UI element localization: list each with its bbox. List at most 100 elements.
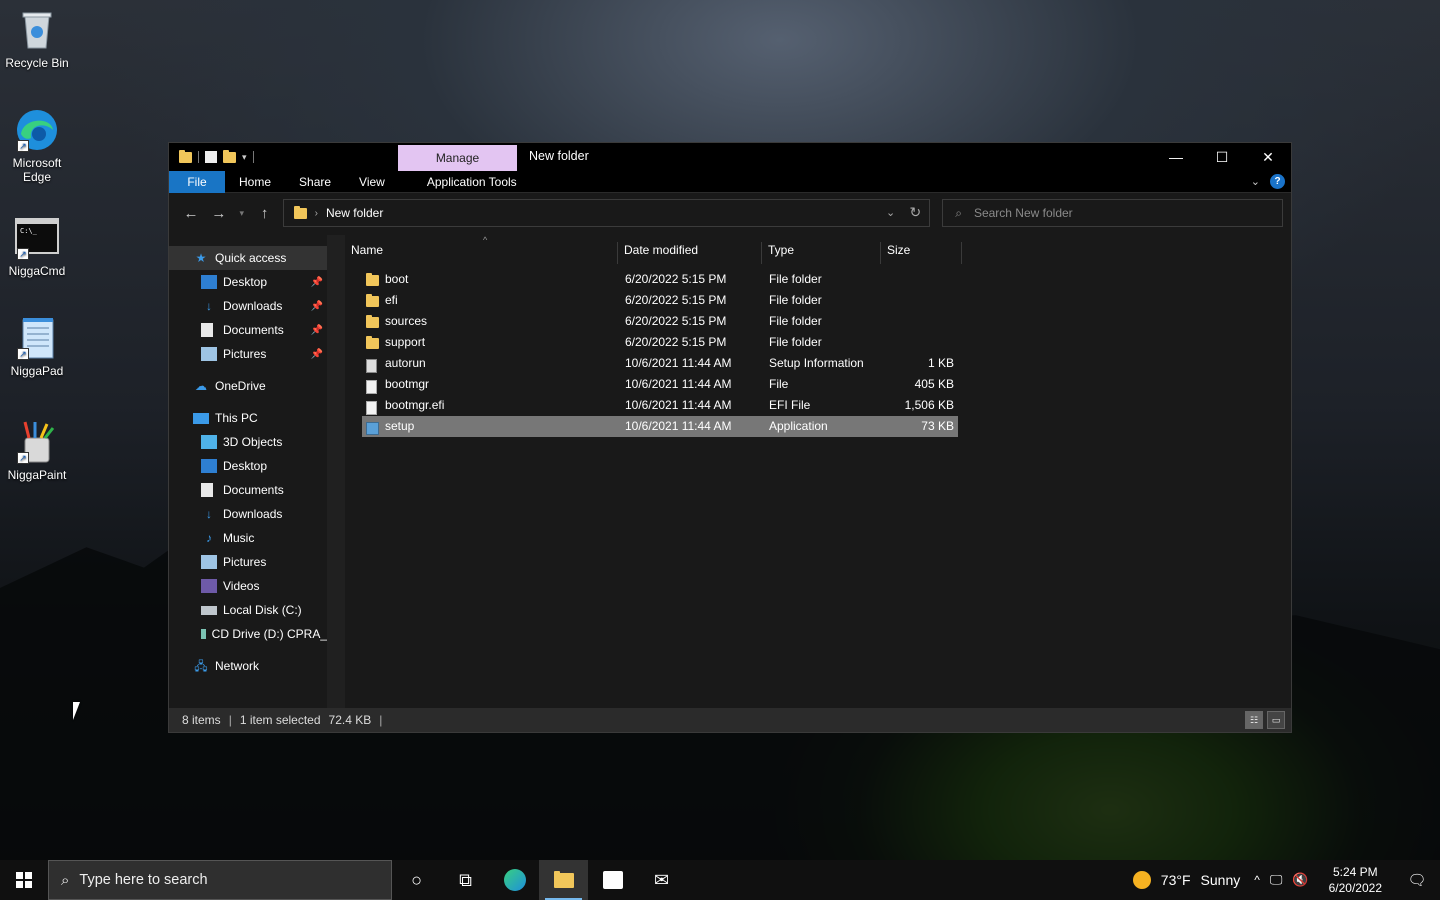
tab-home[interactable]: Home <box>225 171 285 193</box>
weather-sun-icon[interactable] <box>1132 871 1151 889</box>
edge-taskbar-icon[interactable] <box>490 860 539 900</box>
details-view-icon[interactable]: ☷ <box>1245 711 1263 729</box>
nav-label: Documents <box>223 483 284 497</box>
nav-desktop[interactable]: Desktop <box>169 454 327 478</box>
pin-icon[interactable]: 📌 <box>311 277 323 288</box>
nav-cd-drive[interactable]: CD Drive (D:) CPRA_ <box>169 622 327 646</box>
nav-music[interactable]: ♪ Music <box>169 526 327 550</box>
file-row-bootmgr[interactable]: bootmgr 10/6/2021 11:44 AM File 405 KB <box>362 374 958 395</box>
nav-downloads[interactable]: ↓ Downloads <box>169 502 327 526</box>
mail-icon[interactable]: ✉ <box>637 860 686 900</box>
desktop-icon-niggapaint[interactable]: ↗ NiggaPaint <box>0 420 74 482</box>
navigation-bar: ← → ▾ ↑ › New folder ⌄ ↻ ⌕ Search New fo… <box>169 193 1291 233</box>
star-icon: ★ <box>195 251 207 265</box>
shortcut-arrow-icon: ↗ <box>17 348 29 360</box>
window-title: New folder <box>529 149 589 163</box>
nav-quick-access[interactable]: ★ Quick access <box>169 246 327 270</box>
nav-network[interactable]: 🖧 Network <box>169 654 327 678</box>
breadcrumb-chevron-icon[interactable]: › <box>315 208 318 219</box>
show-hidden-icons-chevron-icon[interactable]: ^ <box>1254 873 1260 887</box>
file-row-setup[interactable]: setup 10/6/2021 11:44 AM Application 73 KB <box>362 416 958 437</box>
close-button[interactable]: ✕ <box>1245 143 1291 171</box>
pin-icon[interactable]: 📌 <box>311 301 323 312</box>
new-folder-icon[interactable] <box>223 149 236 163</box>
forward-arrow-icon[interactable]: → <box>205 205 233 222</box>
up-arrow-icon[interactable]: ↑ <box>251 205 279 222</box>
task-view-icon[interactable]: ⧉ <box>441 860 490 900</box>
search-input[interactable]: ⌕ Search New folder <box>942 199 1283 227</box>
pin-icon[interactable]: 📌 <box>311 325 323 336</box>
customize-quick-access-icon[interactable]: ▾ <box>242 152 247 163</box>
pin-icon[interactable]: 📌 <box>311 349 323 360</box>
folder-icon <box>179 149 192 163</box>
start-button[interactable] <box>0 860 48 900</box>
large-icons-view-icon[interactable]: ▭ <box>1267 711 1285 729</box>
breadcrumb-new-folder[interactable]: New folder <box>326 206 383 220</box>
tab-share[interactable]: Share <box>285 171 345 193</box>
nav-videos[interactable]: Videos <box>169 574 327 598</box>
tab-application-tools[interactable]: Application Tools <box>413 171 531 193</box>
weather-temperature[interactable]: 73°F <box>1161 872 1191 888</box>
nav-onedrive[interactable]: ☁ OneDrive <box>169 374 327 398</box>
file-row-efi[interactable]: efi 6/20/2022 5:15 PM File folder <box>362 290 958 311</box>
help-icon[interactable]: ? <box>1270 174 1285 189</box>
file-type: File folder <box>769 293 822 307</box>
file-row-bootmgr-efi[interactable]: bootmgr.efi 10/6/2021 11:44 AM EFI File 1,5… <box>362 395 958 416</box>
store-icon[interactable] <box>588 860 637 900</box>
column-header-date-modified[interactable]: Date modified <box>618 242 762 264</box>
file-list: ^ Name Date modified Type Size boot 6/20/… <box>345 235 1291 708</box>
desktop-icon-edge[interactable]: ↗ Microsoft Edge <box>0 108 74 184</box>
recycle-bin-icon <box>15 8 59 52</box>
nav-documents[interactable]: Documents <box>169 478 327 502</box>
column-header-name[interactable]: Name <box>345 242 618 264</box>
back-arrow-icon[interactable]: ← <box>177 205 205 222</box>
file-explorer-taskbar-icon[interactable] <box>539 860 588 900</box>
file-type: EFI File <box>769 398 811 412</box>
volume-muted-icon[interactable]: 🔇 <box>1292 872 1308 888</box>
tab-file[interactable]: File <box>169 170 225 193</box>
file-row-boot[interactable]: boot 6/20/2022 5:15 PM File folder <box>362 269 958 290</box>
shortcut-arrow-icon: ↗ <box>17 248 29 260</box>
desktop-icon-niggacmd[interactable]: C:\_ ↗ NiggaCmd <box>0 216 74 278</box>
nav-label: Downloads <box>223 507 283 521</box>
tab-view[interactable]: View <box>345 171 399 193</box>
expand-ribbon-chevron-icon[interactable]: ⌄ <box>1251 175 1260 188</box>
file-size: 73 KB <box>921 419 954 433</box>
nav-quick-downloads[interactable]: ↓ Downloads 📌 <box>169 294 327 318</box>
download-arrow-icon: ↓ <box>206 299 212 313</box>
maximize-button[interactable]: ☐ <box>1199 143 1245 171</box>
column-header-size[interactable]: Size <box>881 242 962 264</box>
nav-3d-objects[interactable]: 3D Objects <box>169 430 327 454</box>
ribbon-tabs: File Home Share View Application Tools ⌄… <box>169 170 1291 193</box>
refresh-icon[interactable]: ↻ <box>909 204 921 221</box>
pane-divider[interactable] <box>327 235 345 708</box>
properties-icon[interactable] <box>205 151 217 163</box>
column-header-type[interactable]: Type <box>762 242 881 264</box>
nav-quick-desktop[interactable]: Desktop 📌 <box>169 270 327 294</box>
file-row-sources[interactable]: sources 6/20/2022 5:15 PM File folder <box>362 311 958 332</box>
desktop-icon-recycle-bin[interactable]: Recycle Bin <box>0 8 74 70</box>
nav-this-pc[interactable]: This PC <box>169 406 327 430</box>
nav-pictures[interactable]: Pictures <box>169 550 327 574</box>
clock[interactable]: 5:24 PM 6/20/2022 <box>1329 864 1382 896</box>
notifications-icon[interactable]: 🗨 <box>1394 871 1440 889</box>
search-icon: ⌕ <box>955 205 962 220</box>
recent-locations-chevron-icon[interactable]: ▾ <box>233 208 251 219</box>
desktop-icon-label: NiggaPaint <box>7 468 67 482</box>
address-dropdown-icon[interactable]: ⌄ <box>886 206 895 219</box>
desktop-icon-niggapad[interactable]: ↗ NiggaPad <box>0 316 74 378</box>
network-status-icon[interactable]: 🖵 <box>1270 872 1283 888</box>
address-bar[interactable]: › New folder ⌄ ↻ <box>282 199 931 227</box>
nav-quick-pictures[interactable]: Pictures 📌 <box>169 342 327 366</box>
file-row-support[interactable]: support 6/20/2022 5:15 PM File folder <box>362 332 958 353</box>
nav-quick-documents[interactable]: Documents 📌 <box>169 318 327 342</box>
desktop-icon-label: NiggaPad <box>10 364 64 378</box>
minimize-button[interactable]: — <box>1153 143 1199 171</box>
taskbar-search-input[interactable]: ⌕ Type here to search <box>48 860 392 900</box>
file-row-autorun[interactable]: autorun 10/6/2021 11:44 AM Setup Informati… <box>362 353 958 374</box>
tab-manage[interactable]: Manage <box>398 145 517 171</box>
cortana-icon[interactable]: ○ <box>392 860 441 900</box>
weather-condition[interactable]: Sunny <box>1201 872 1241 888</box>
nav-local-disk[interactable]: Local Disk (C:) <box>169 598 327 622</box>
column-headers: ^ Name Date modified Type Size <box>345 235 965 265</box>
